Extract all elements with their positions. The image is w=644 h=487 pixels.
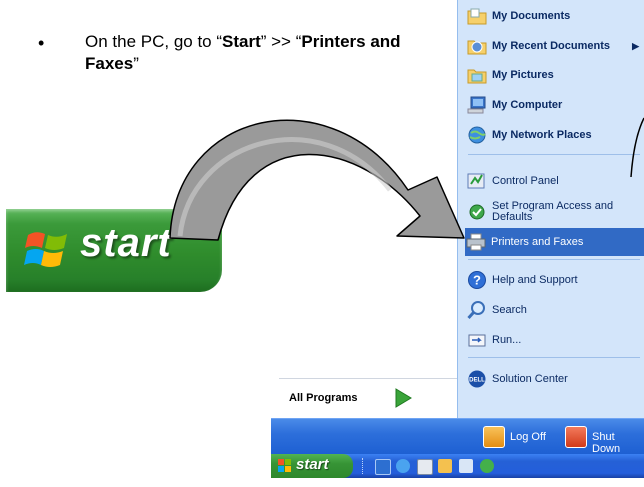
start-label: start: [80, 221, 172, 265]
start-label: start: [296, 456, 329, 473]
taskbar-start-button[interactable]: start: [271, 454, 353, 478]
windows-logo-icon: [24, 232, 67, 267]
taskbar: start: [271, 454, 644, 478]
enlarged-start-button[interactable]: start: [6, 209, 222, 292]
printer-icon: [465, 231, 487, 253]
windows-logo-icon: [278, 459, 291, 472]
all-programs-arrow-icon[interactable]: [392, 387, 414, 409]
document-icon[interactable]: [417, 459, 433, 475]
menu-separator: [279, 378, 457, 379]
menu-item-my-network-places[interactable]: My Network Places: [466, 121, 644, 149]
menu-item-my-documents[interactable]: My Documents: [466, 2, 644, 30]
menu-item-set-program-access[interactable]: Set Program Access and Defaults: [466, 197, 644, 227]
recent-documents-icon: [466, 35, 488, 57]
menu-item-help-and-support[interactable]: ? Help and Support: [466, 266, 644, 294]
run-icon: [466, 329, 488, 351]
menu-item-run[interactable]: Run...: [466, 326, 644, 354]
menu-item-my-computer[interactable]: My Computer: [466, 91, 644, 119]
menu-separator: [468, 357, 640, 358]
start-menu-bottom-bar: Log Off Shut Down: [271, 418, 644, 455]
dell-icon: DELL: [466, 368, 488, 390]
internet-explorer-icon[interactable]: [396, 459, 410, 473]
log-off-button[interactable]: Log Off: [510, 431, 546, 443]
menu-item-control-panel[interactable]: Control Panel: [466, 167, 644, 195]
start-keyword: Start: [222, 32, 261, 51]
start-menu-right-column: My Documents My Recent Documents ▶ My Pi…: [457, 0, 644, 418]
program-access-icon: [466, 201, 488, 223]
shut-down-button[interactable]: Shut Down: [592, 431, 644, 455]
svg-text:DELL: DELL: [469, 378, 485, 384]
menu-separator: [468, 154, 640, 155]
all-programs-label[interactable]: All Programs: [289, 392, 357, 404]
menu-item-printers-and-faxes[interactable]: Printers and Faxes: [465, 228, 644, 256]
folder-documents-icon: [466, 5, 488, 27]
instruction-text: On the PC, go to “Start” >> “Printers an…: [85, 32, 401, 73]
menu-item-my-pictures[interactable]: My Pictures: [466, 61, 644, 89]
network-places-icon: [466, 124, 488, 146]
page-icon[interactable]: [459, 459, 473, 473]
submenu-arrow-icon: ▶: [632, 40, 639, 51]
svg-text:?: ?: [473, 273, 481, 288]
quick-launch-grip[interactable]: [362, 458, 365, 474]
control-panel-icon: [466, 170, 488, 192]
menu-item-solution-center[interactable]: DELL Solution Center: [466, 365, 644, 393]
media-icon[interactable]: [480, 459, 494, 473]
browser-icon[interactable]: [375, 459, 391, 475]
shut-down-icon[interactable]: [565, 426, 587, 448]
menu-item-search[interactable]: Search: [466, 296, 644, 324]
folder-icon[interactable]: [438, 459, 452, 473]
folder-pictures-icon: [466, 64, 488, 86]
bullet-point: •: [38, 33, 45, 53]
menu-item-my-recent-documents[interactable]: My Recent Documents ▶: [466, 32, 644, 60]
menu-separator: [468, 259, 640, 260]
start-menu-left-column: All Programs: [271, 378, 457, 418]
help-icon: ?: [466, 269, 488, 291]
search-icon: [466, 299, 488, 321]
computer-icon: [466, 94, 488, 116]
log-off-icon[interactable]: [483, 426, 505, 448]
